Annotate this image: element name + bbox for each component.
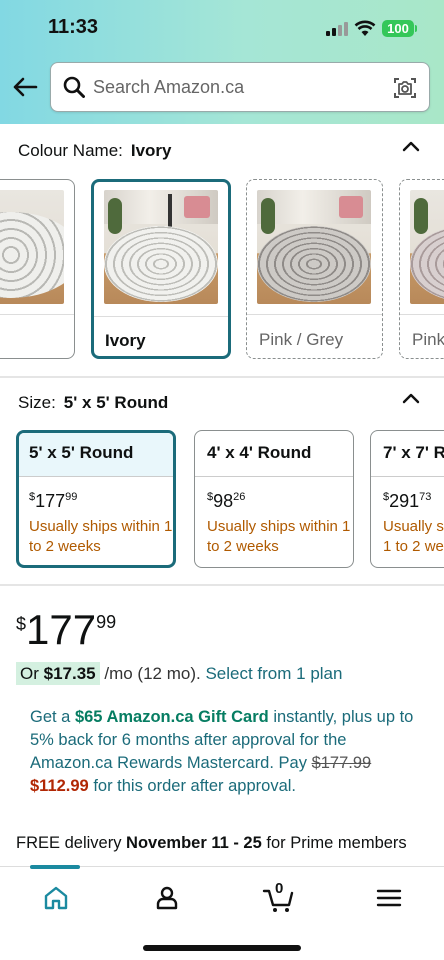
monthly-pill: Or $17.35 xyxy=(16,662,100,685)
search-bar[interactable] xyxy=(50,62,430,112)
colour-heading: Colour Name: Ivory xyxy=(18,141,172,161)
wifi-icon xyxy=(354,20,376,36)
size-option-price: $29173 xyxy=(383,491,432,511)
size-option-5x5[interactable]: 5' x 5' Round $17799 Usually ships withi… xyxy=(16,430,176,568)
colour-selected-value: Ivory xyxy=(130,141,172,160)
plant xyxy=(414,198,428,234)
size-option-4x4[interactable]: 4' x 4' Round $9826 Usually ships within… xyxy=(194,430,354,568)
account-icon[interactable] xyxy=(152,883,182,913)
gift-card-amount: $65 Amazon.ca Gift Card xyxy=(74,708,269,726)
bottom-tab-bar: 0 xyxy=(0,865,444,960)
size-option-7x7[interactable]: 7' x 7' R $29173 Usually sh 1 to 2 we xyxy=(370,430,444,568)
chevron-up-icon[interactable] xyxy=(402,140,420,152)
rug-thumbnail xyxy=(257,190,371,304)
swatch-divider xyxy=(400,314,444,315)
section-divider xyxy=(0,584,444,586)
status-time: 11:33 xyxy=(48,16,99,38)
plant xyxy=(261,198,275,234)
colour-swatch-ivory[interactable]: Ivory xyxy=(91,179,231,359)
rug-image xyxy=(104,226,218,302)
swatch-label: Pink xyxy=(412,330,444,349)
menu-icon[interactable] xyxy=(374,883,404,913)
colour-label: Colour Name: xyxy=(18,141,123,160)
rug-thumbnail xyxy=(410,190,444,304)
back-arrow-icon[interactable] xyxy=(12,74,38,100)
swatch-label: Ivory xyxy=(105,331,146,350)
size-option-shipping: Usually ships within 1 to 2 weeks xyxy=(207,518,351,555)
rug-image xyxy=(410,226,444,302)
colour-swatch-row[interactable]: Ivory Pink / Grey Pink xyxy=(0,176,444,362)
size-option-name: 7' x 7' R xyxy=(371,431,444,477)
swatch-divider xyxy=(94,316,228,317)
chevron-up-icon[interactable] xyxy=(402,392,420,404)
size-option-name: 4' x 4' Round xyxy=(195,431,353,477)
home-icon[interactable] xyxy=(41,883,71,913)
size-heading: Size: 5' x 5' Round xyxy=(18,393,168,413)
header: 11:33 100 xyxy=(0,0,444,124)
delivery-info: FREE delivery November 11 - 25 for Prime… xyxy=(16,834,407,852)
size-option-shipping: Usually ships within 1 to 2 weeks xyxy=(29,518,173,555)
swatch-divider xyxy=(0,314,74,315)
rug-image xyxy=(257,226,371,302)
pillow xyxy=(339,196,363,218)
select-plan-link[interactable]: Select from 1 plan xyxy=(205,664,342,683)
rug-image xyxy=(0,212,64,298)
size-option-price: $17799 xyxy=(29,491,78,511)
cart-icon[interactable]: 0 xyxy=(262,880,296,913)
size-label: Size: xyxy=(18,393,56,412)
plant xyxy=(108,198,122,234)
rug-thumbnail xyxy=(0,190,64,304)
signal-icon xyxy=(326,22,348,36)
size-option-shipping: Usually sh 1 to 2 we xyxy=(383,518,444,555)
size-selected-value: 5' x 5' Round xyxy=(63,393,169,412)
battery-icon: 100 xyxy=(382,20,414,37)
size-option-name: 5' x 5' Round xyxy=(19,433,173,477)
section-divider xyxy=(0,376,444,378)
home-indicator xyxy=(143,945,301,951)
swatch-divider xyxy=(247,314,382,315)
cart-count: 0 xyxy=(275,880,284,897)
colour-swatch[interactable] xyxy=(0,179,75,359)
colour-swatch-pink[interactable]: Pink xyxy=(399,179,444,359)
size-option-price: $9826 xyxy=(207,491,246,511)
rug-thumbnail xyxy=(104,190,218,304)
camera-scan-icon[interactable] xyxy=(393,76,417,100)
active-tab-indicator xyxy=(30,865,80,869)
monthly-payment: Or $17.35 /mo (12 mo). Select from 1 pla… xyxy=(16,662,342,685)
size-option-row[interactable]: 5' x 5' Round $17799 Usually ships withi… xyxy=(0,428,444,572)
battery-tip xyxy=(415,25,417,32)
pillow xyxy=(184,196,210,218)
new-price: $112.99 xyxy=(30,777,89,795)
search-input[interactable] xyxy=(93,63,383,111)
product-price: $17799 xyxy=(16,606,117,653)
old-price: $177.99 xyxy=(311,754,372,772)
colour-swatch-pink-grey[interactable]: Pink / Grey xyxy=(246,179,383,359)
search-icon xyxy=(63,76,85,98)
gift-card-promo[interactable]: Get a $65 Amazon.ca Gift Card instantly,… xyxy=(30,706,418,798)
swatch-label: Pink / Grey xyxy=(259,330,344,349)
